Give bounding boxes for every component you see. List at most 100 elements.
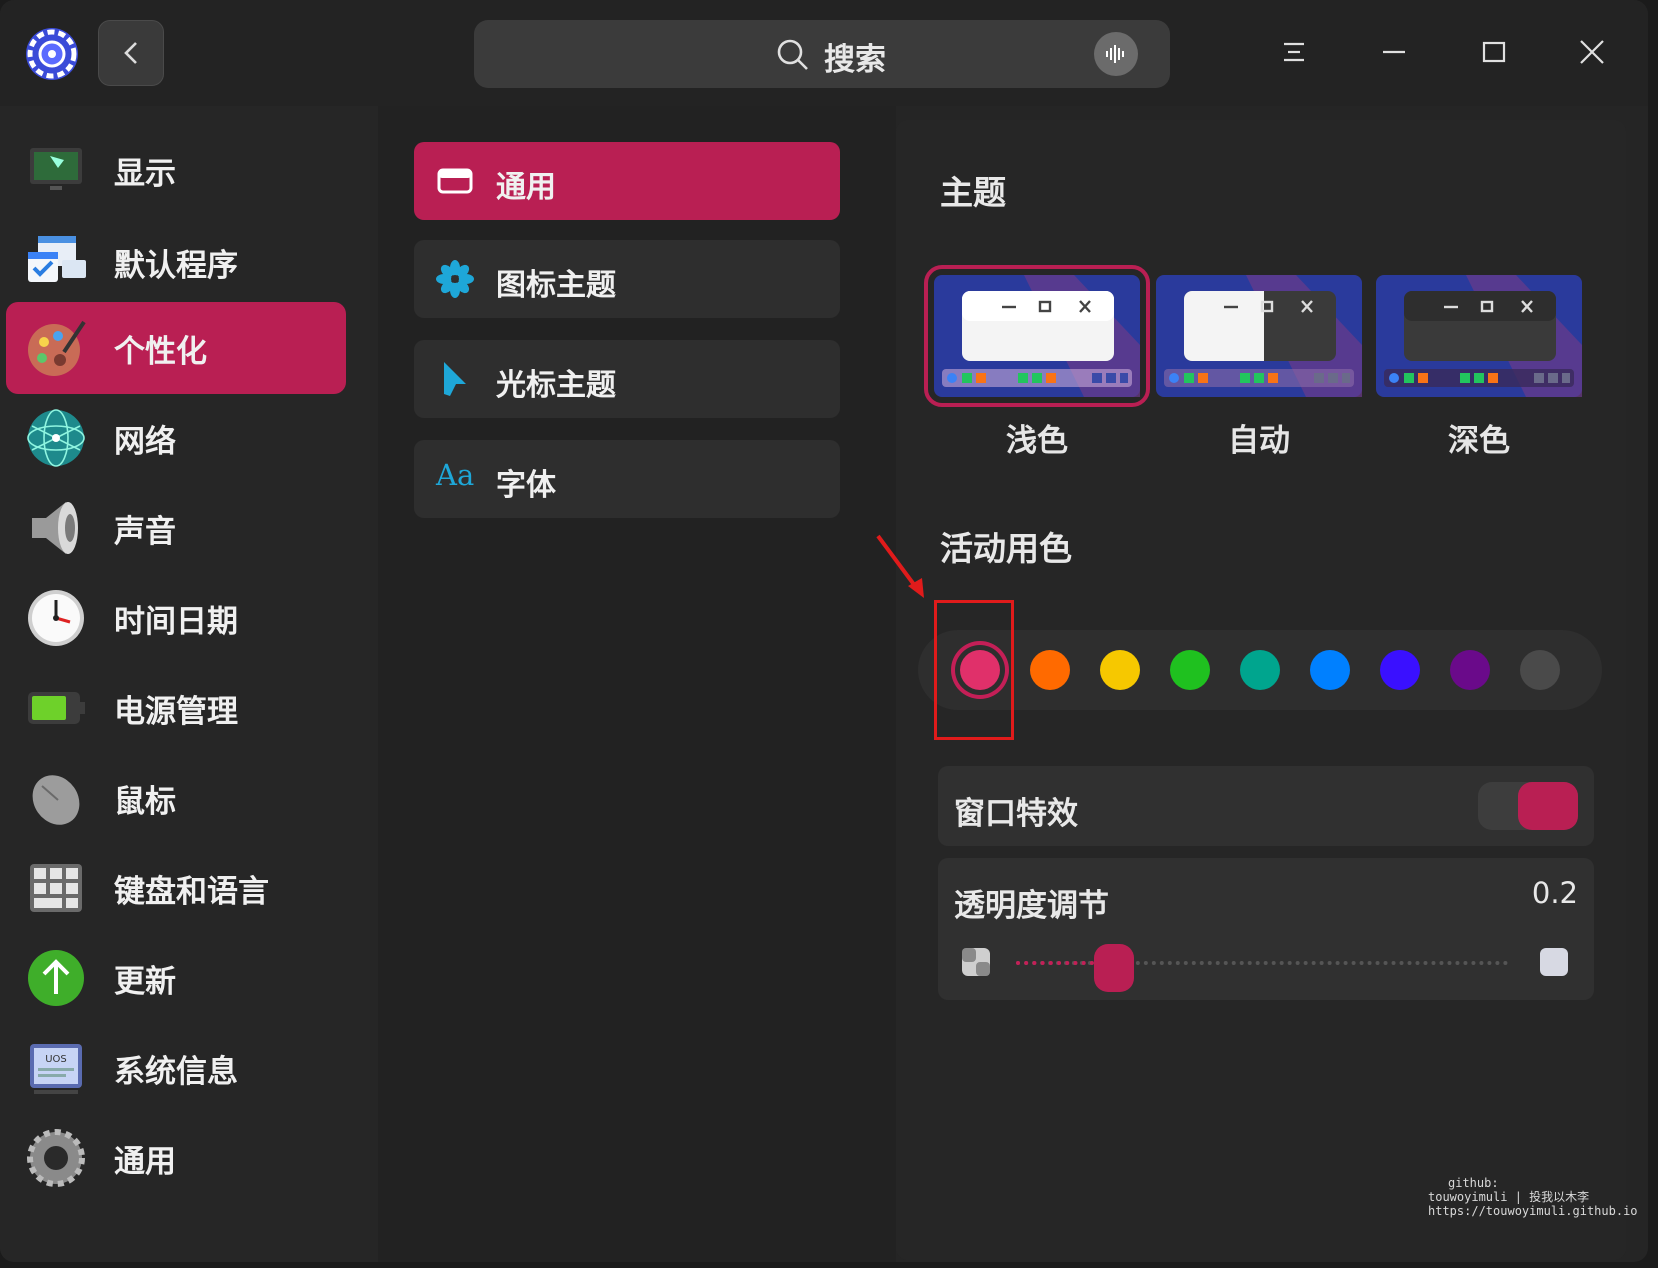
subnav-item-cursor-theme[interactable]: 光标主题 <box>414 340 840 418</box>
subnav-item-icon-theme[interactable]: 图标主题 <box>414 240 840 318</box>
accent-swatch[interactable] <box>1380 650 1420 690</box>
sidebar-item-label: 网络 <box>114 424 176 460</box>
maximize-button[interactable] <box>1472 30 1516 74</box>
sidebar-item-display[interactable]: 显示 <box>6 124 346 216</box>
search-icon <box>777 39 808 70</box>
sidebar: 显示 默认程序 个性化 网络 声音 时间日期 电源管理 鼠标 键盘和语言 更新 … <box>0 106 378 1262</box>
sidebar-item-label: 显示 <box>114 156 176 192</box>
cursor-icon <box>444 362 466 396</box>
flower-icon <box>436 260 474 298</box>
window-effect-toggle[interactable] <box>1478 782 1578 830</box>
chevron-left-icon <box>124 42 137 64</box>
watermark-url: https://touwoyimuli.github.io <box>1428 1204 1638 1218</box>
update-icon <box>28 950 84 1006</box>
accent-swatch[interactable] <box>1100 650 1140 690</box>
sidebar-item-datetime[interactable]: 时间日期 <box>6 572 346 664</box>
transparency-slider-fill <box>1016 961 1095 965</box>
sidebar-item-label: 默认程序 <box>114 248 238 284</box>
subnav-item-font[interactable]: Aa 字体 <box>414 440 840 518</box>
sidebar-item-label: 更新 <box>114 964 176 1000</box>
sidebar-item-update[interactable]: 更新 <box>6 932 346 1024</box>
accent-swatch[interactable] <box>1450 650 1490 690</box>
accent-swatch[interactable] <box>1170 650 1210 690</box>
accent-swatch[interactable] <box>1030 650 1070 690</box>
close-icon <box>1580 40 1604 64</box>
transparency-slider-thumb[interactable] <box>1094 944 1135 992</box>
titlebar: 搜索 <box>0 0 1648 106</box>
auto-theme-preview <box>1156 275 1362 397</box>
svg-text:UOS: UOS <box>45 1054 67 1065</box>
sidebar-item-label: 声音 <box>114 514 176 550</box>
sidebar-item-network[interactable]: 网络 <box>6 392 346 484</box>
search-placeholder: 搜索 <box>824 42 886 78</box>
light-theme-preview <box>934 275 1140 397</box>
accent-color-picker <box>918 630 1602 710</box>
annotation-highlight-box <box>934 600 1014 740</box>
subnav-item-label: 字体 <box>496 468 556 503</box>
display-icon <box>30 148 82 190</box>
clock-icon <box>28 590 84 646</box>
watermark-line: github: <box>1448 1176 1499 1190</box>
watermark-signature: 投我以木李 <box>1529 1190 1590 1204</box>
speaker-icon <box>32 502 78 554</box>
mouse-icon <box>32 775 80 825</box>
sidebar-item-system-info[interactable]: UOS 系统信息 <box>6 1022 346 1114</box>
window-effect-label: 窗口特效 <box>954 796 1078 832</box>
menu-icon <box>1284 42 1304 62</box>
theme-card-dark[interactable] <box>1376 275 1582 397</box>
accent-swatch[interactable] <box>1240 650 1280 690</box>
maximize-icon <box>1482 41 1506 63</box>
sidebar-item-default-apps[interactable]: 默认程序 <box>6 216 346 308</box>
palette-icon <box>28 320 86 376</box>
control-center-logo-icon <box>26 28 78 80</box>
sidebar-item-label: 电源管理 <box>114 694 238 730</box>
theme-label-auto: 自动 <box>1228 423 1290 459</box>
watermark-line: touwoyimuli <box>1428 1190 1508 1204</box>
transparency-label: 透明度调节 <box>954 888 1109 924</box>
menu-button[interactable] <box>1272 30 1316 74</box>
general-gear-icon <box>27 1129 85 1187</box>
minimize-icon <box>1383 50 1405 54</box>
sidebar-item-label: 鼠标 <box>114 784 176 820</box>
sidebar-item-mouse[interactable]: 鼠标 <box>6 752 346 844</box>
theme-card-light[interactable] <box>924 265 1150 407</box>
keyboard-icon <box>30 864 82 912</box>
sidebar-item-label: 个性化 <box>114 334 207 370</box>
subnav-item-label: 图标主题 <box>496 268 616 303</box>
accent-color-section-title: 活动用色 <box>940 529 1072 568</box>
accent-swatch[interactable] <box>1520 650 1560 690</box>
subnav-item-label: 光标主题 <box>496 368 616 403</box>
battery-icon <box>28 692 85 724</box>
sidebar-item-personalization[interactable]: 个性化 <box>6 302 346 394</box>
theme-label-dark: 深色 <box>1448 423 1510 459</box>
accent-swatch[interactable] <box>1310 650 1350 690</box>
transparency-high-icon <box>1540 948 1568 976</box>
transparency-low-icon <box>962 948 990 976</box>
minimize-button[interactable] <box>1372 30 1416 74</box>
personalization-subnav: 通用 图标主题 光标主题 Aa 字体 <box>378 106 896 1262</box>
subnav-item-general[interactable]: 通用 <box>414 142 840 220</box>
sidebar-item-label: 系统信息 <box>114 1054 238 1090</box>
sidebar-item-general[interactable]: 通用 <box>6 1112 346 1204</box>
watermark: github: touwoyimuli | 投我以木李 https://touw… <box>1428 1176 1638 1218</box>
theme-section-title: 主题 <box>940 173 1006 212</box>
toggle-knob <box>1518 782 1578 830</box>
transparency-value: 0.2 <box>1531 876 1578 910</box>
sidebar-item-keyboard[interactable]: 键盘和语言 <box>6 842 346 934</box>
sidebar-item-label: 时间日期 <box>114 604 238 640</box>
close-button[interactable] <box>1570 30 1614 74</box>
window-icon <box>437 168 473 194</box>
network-icon <box>27 409 85 467</box>
dark-theme-preview <box>1376 275 1582 397</box>
search-input[interactable]: 搜索 <box>474 20 1170 88</box>
voice-wave-icon <box>1106 45 1124 63</box>
theme-label-light: 浅色 <box>1006 423 1068 459</box>
sidebar-item-power[interactable]: 电源管理 <box>6 662 346 754</box>
sidebar-item-label: 键盘和语言 <box>114 874 269 910</box>
voice-input-button[interactable] <box>1094 32 1138 76</box>
settings-window: 搜索 显示 默认程序 个性化 网络 声音 时间日期 电源管理 鼠标 键盘和语言 … <box>0 0 1648 1262</box>
default-apps-icon <box>28 236 86 282</box>
sidebar-item-sound[interactable]: 声音 <box>6 482 346 574</box>
back-button[interactable] <box>98 20 164 86</box>
theme-card-auto[interactable] <box>1156 275 1362 397</box>
